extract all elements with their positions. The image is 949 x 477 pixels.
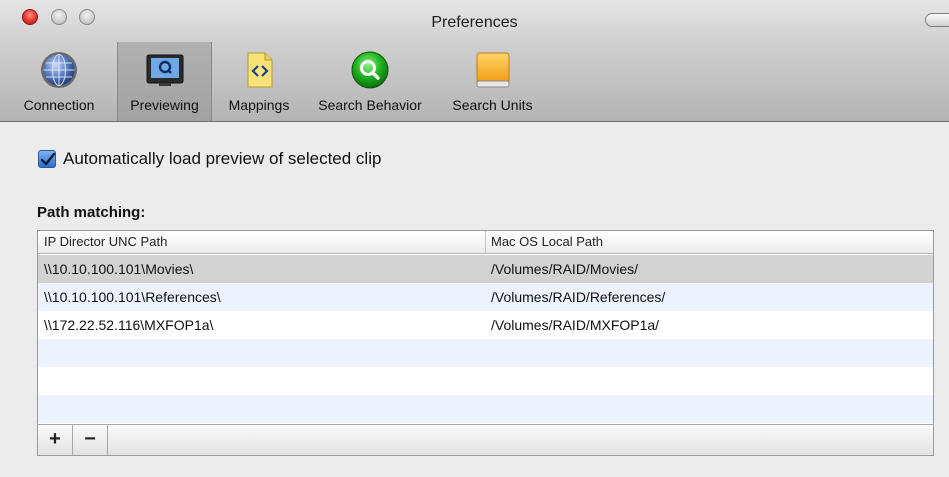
empty-table-row: [38, 367, 933, 395]
checkmark-icon: [40, 152, 56, 166]
magnifier-icon: [351, 51, 389, 89]
local-path-cell: /Volumes/RAID/MXFOP1a/: [491, 317, 660, 333]
column-header-local-path[interactable]: Mac OS Local Path: [491, 234, 603, 249]
tab-search-behavior-label: Search Behavior: [318, 97, 422, 113]
local-path-cell: /Volumes/RAID/Movies/: [491, 261, 639, 277]
drive-icon: [476, 52, 509, 88]
path-matching-heading: Path matching:: [37, 204, 146, 221]
add-row-button[interactable]: +: [38, 425, 73, 455]
empty-table-row: [38, 395, 933, 423]
remove-row-button[interactable]: −: [73, 425, 108, 455]
preferences-window: Preferences Connection Previewing Mappin…: [0, 0, 949, 477]
table-row[interactable]: \\10.10.100.101\Movies\ /Volumes/RAID/Mo…: [38, 255, 933, 283]
table-footer: + −: [38, 424, 933, 455]
tab-previewing-label: Previewing: [130, 97, 199, 113]
path-matching-table: IP Director UNC Path Mac OS Local Path \…: [37, 230, 934, 456]
tab-connection[interactable]: Connection: [5, 42, 113, 121]
tab-mappings-label: Mappings: [228, 97, 290, 113]
table-row[interactable]: \\172.22.52.116\MXFOP1a\ /Volumes/RAID/M…: [38, 311, 933, 339]
unc-path-cell: \\172.22.52.116\MXFOP1a\: [44, 317, 214, 333]
table-row[interactable]: \\10.10.100.101\References\ /Volumes/RAI…: [38, 283, 933, 311]
titlebar-toolbar: Preferences Connection Previewing Mappin…: [0, 0, 949, 122]
window-title: Preferences: [431, 14, 518, 31]
column-header-unc-path[interactable]: IP Director UNC Path: [44, 234, 167, 249]
table-header: IP Director UNC Path Mac OS Local Path: [38, 231, 933, 254]
tab-search-units[interactable]: Search Units: [440, 42, 545, 121]
tab-search-units-label: Search Units: [452, 97, 533, 113]
tab-search-behavior[interactable]: Search Behavior: [305, 42, 435, 121]
empty-table-row: [38, 339, 933, 367]
tab-previewing[interactable]: Previewing: [117, 42, 212, 121]
auto-load-preview-label[interactable]: Automatically load preview of selected c…: [63, 149, 381, 169]
monitor-icon: [146, 54, 183, 86]
tab-mappings[interactable]: Mappings: [216, 42, 302, 121]
auto-load-preview-checkbox[interactable]: [38, 150, 56, 168]
toolbar-toggle-button[interactable]: [925, 13, 949, 27]
local-path-cell: /Volumes/RAID/References/: [491, 289, 666, 305]
unc-path-cell: \\10.10.100.101\References\: [44, 289, 221, 305]
code-document-icon: [247, 52, 273, 88]
globe-icon: [41, 52, 77, 88]
tab-connection-label: Connection: [23, 97, 95, 113]
column-divider[interactable]: [485, 231, 486, 254]
unc-path-cell: \\10.10.100.101\Movies\: [44, 261, 194, 277]
